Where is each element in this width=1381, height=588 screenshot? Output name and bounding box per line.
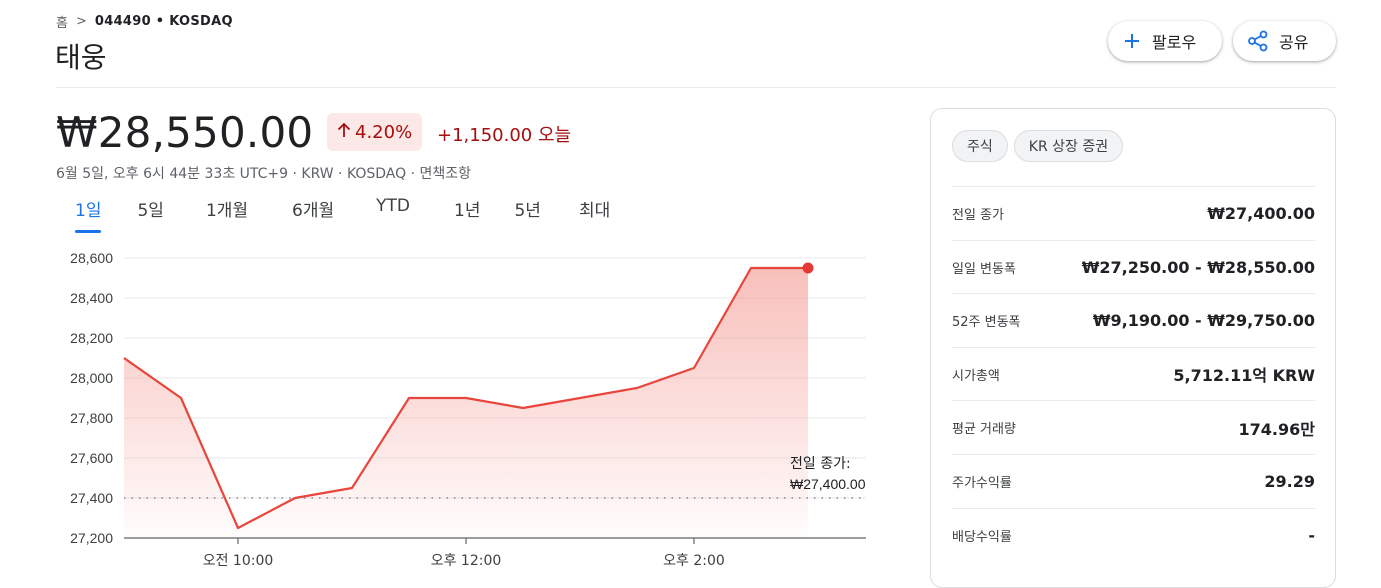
tab-2[interactable]: 1개월 bbox=[206, 196, 248, 227]
y-tick-label: 28,200 bbox=[70, 330, 113, 346]
stat-label: 평균 거래량 bbox=[952, 422, 1016, 438]
y-tick-label: 27,200 bbox=[70, 530, 113, 546]
change-percent-badge: 4.20% bbox=[327, 113, 423, 151]
tab-3[interactable]: 6개월 bbox=[292, 196, 334, 227]
y-tick-label: 27,400 bbox=[70, 490, 113, 506]
stat-row: 평균 거래량 174.96만 bbox=[952, 400, 1315, 454]
change-absolute-value: +1,150.00 bbox=[437, 125, 533, 146]
change-period: 오늘 bbox=[537, 125, 572, 146]
y-tick-label: 28,000 bbox=[70, 370, 113, 386]
tab-0[interactable]: 1일 bbox=[75, 196, 102, 233]
previous-close-label: 전일 종가: bbox=[790, 456, 851, 472]
previous-close-value: ₩27,400.00 bbox=[790, 476, 866, 492]
stat-value: 5,712.11억 KRW bbox=[1173, 366, 1315, 386]
stat-row: 시가총액 5,712.11억 KRW bbox=[952, 346, 1315, 401]
stat-value: ₩9,190.00 - ₩29,750.00 bbox=[1092, 311, 1315, 331]
header-divider bbox=[56, 87, 1336, 88]
category-chip-1[interactable]: KR 상장 증권 bbox=[1013, 130, 1124, 162]
stat-label: 52주 변동폭 bbox=[952, 315, 1021, 331]
stat-row: 전일 종가 ₩27,400.00 bbox=[952, 186, 1315, 240]
change-percent: 4.20% bbox=[355, 121, 413, 143]
y-tick-label: 28,400 bbox=[70, 290, 113, 306]
range-tabs: 1일 5일 1개월 6개월 YTD 1년 5년 최대 bbox=[56, 196, 610, 233]
tab-7[interactable]: 최대 bbox=[579, 196, 610, 227]
plus-icon bbox=[1122, 31, 1142, 51]
stat-value: 174.96만 bbox=[1238, 419, 1315, 439]
chart-area bbox=[123, 262, 814, 538]
price-chart: 28,600 28,400 28,200 28,000 27,800 27,600 27,4… bbox=[70, 250, 866, 569]
stat-label: 전일 종가 bbox=[952, 208, 1004, 223]
change-absolute: +1,150.00 오늘 bbox=[437, 121, 571, 147]
stat-row: 일일 변동폭 ₩27,250.00 - ₩28,550.00 bbox=[952, 239, 1315, 294]
breadcrumb-ticker: 044490 • KOSDAQ bbox=[94, 14, 233, 29]
y-tick-label: 28,600 bbox=[70, 250, 113, 266]
category-chip-0[interactable]: 주식 bbox=[952, 130, 1008, 162]
breadcrumb: 홈 > 044490 • KOSDAQ bbox=[56, 12, 233, 31]
y-tick-label: 27,600 bbox=[70, 450, 113, 466]
follow-button[interactable]: 팔로우 bbox=[1108, 21, 1222, 61]
price-meta: 6월 5일, 오후 6시 44분 33초 UTC+9 · KRW · KOSDA… bbox=[56, 166, 472, 182]
stat-label: 시가총액 bbox=[952, 368, 1000, 384]
stat-row: 52주 변동폭 ₩9,190.00 - ₩29,750.00 bbox=[952, 293, 1315, 347]
tab-4[interactable]: YTD bbox=[376, 196, 410, 227]
stat-value: ₩27,400.00 bbox=[1207, 204, 1315, 223]
stat-row: 배당수익률 - bbox=[952, 507, 1315, 562]
tab-1[interactable]: 5일 bbox=[137, 196, 163, 227]
x-tick-label: 오전 10:00 bbox=[203, 553, 274, 569]
x-tick-label: 오후 2:00 bbox=[663, 553, 725, 569]
key-stats-panel: 주식 KR 상장 증권 전일 종가 ₩27,400.00 일일 변동폭 ₩27,250.… bbox=[930, 108, 1336, 588]
page-title: 태웅 bbox=[55, 41, 107, 74]
stat-value: 29.29 bbox=[1264, 472, 1315, 491]
category-chips: 주식 KR 상장 증권 bbox=[952, 130, 1124, 162]
arrow-up-icon bbox=[337, 122, 351, 143]
breadcrumb-home-link[interactable]: 홈 bbox=[56, 12, 68, 31]
stat-value: - bbox=[1308, 525, 1315, 545]
share-button[interactable]: 공유 bbox=[1233, 21, 1336, 61]
stat-row: 주가수익률 29.29 bbox=[952, 454, 1315, 508]
follow-button-label: 팔로우 bbox=[1152, 33, 1197, 52]
tab-6[interactable]: 5년 bbox=[514, 196, 540, 227]
x-tick-label: 오후 12:00 bbox=[431, 553, 502, 569]
share-button-label: 공유 bbox=[1279, 33, 1309, 52]
stat-label: 배당수익률 bbox=[952, 529, 1012, 545]
y-tick-label: 27,800 bbox=[70, 410, 113, 426]
current-price: ₩28,550.00 bbox=[56, 108, 314, 157]
tab-5[interactable]: 1년 bbox=[454, 196, 480, 227]
stat-label: 주가수익률 bbox=[952, 476, 1012, 491]
stat-value: ₩27,250.00 - ₩28,550.00 bbox=[1081, 257, 1315, 277]
stat-label: 일일 변동폭 bbox=[952, 261, 1016, 277]
last-price-marker bbox=[802, 262, 814, 274]
breadcrumb-separator-icon: > bbox=[75, 14, 87, 29]
share-icon bbox=[1247, 30, 1269, 52]
